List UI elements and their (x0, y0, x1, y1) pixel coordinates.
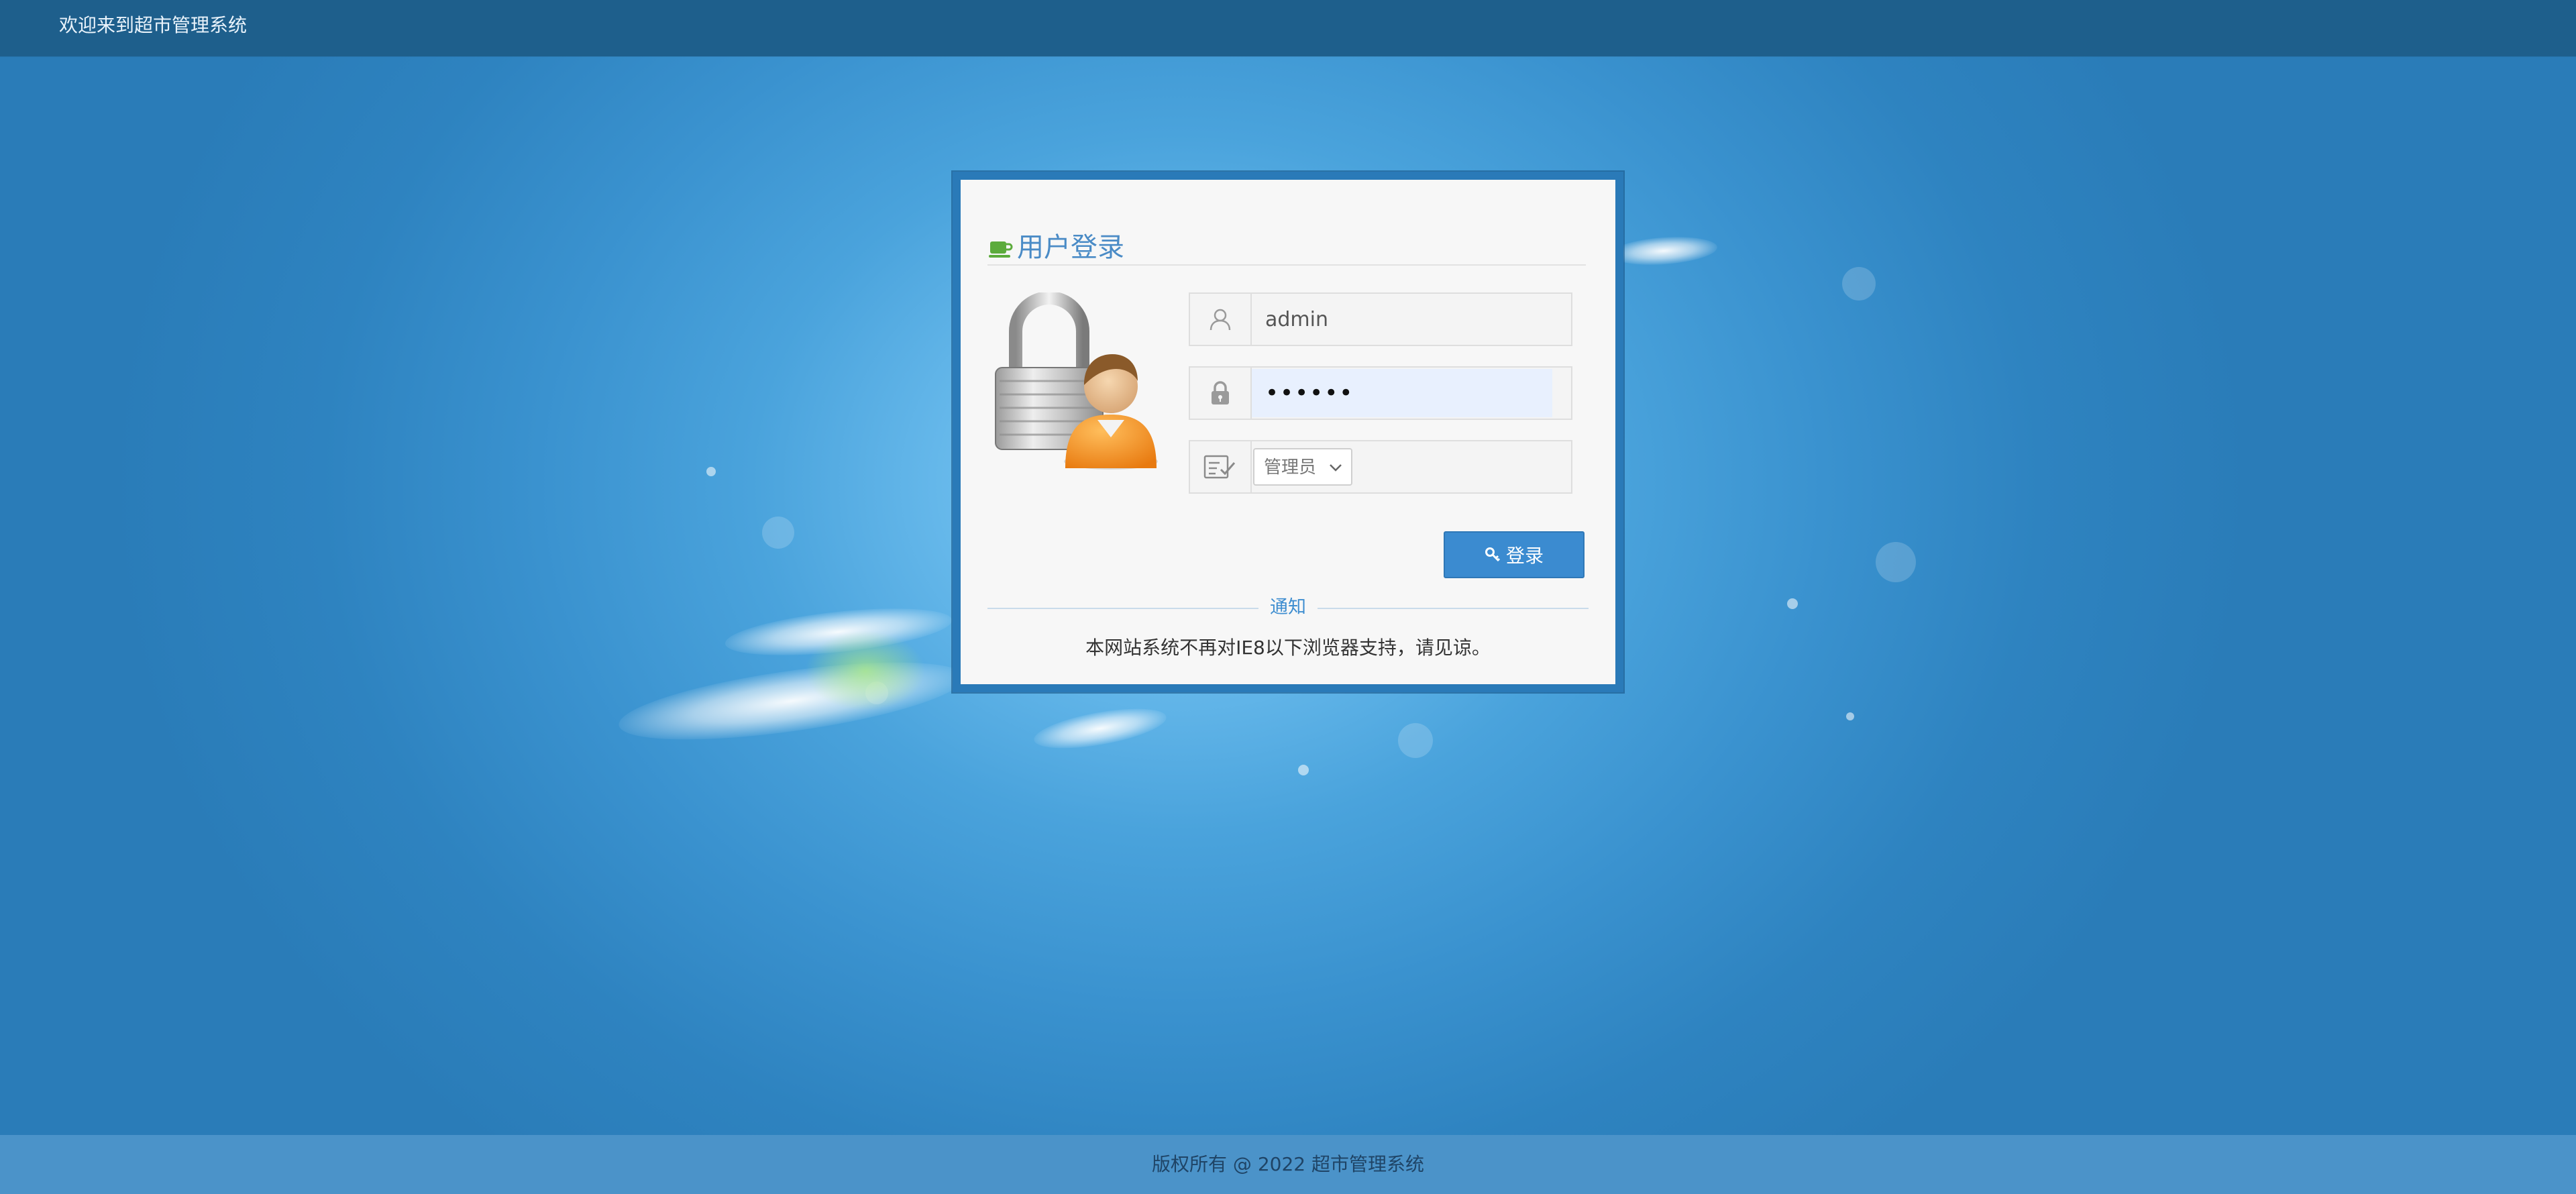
divider-line (987, 608, 1258, 609)
decorative-cloud (1031, 700, 1169, 757)
lock-icon (1190, 368, 1252, 419)
login-button-label: 登录 (1505, 545, 1544, 567)
divider-line (1318, 608, 1589, 609)
copyright-text: 版权所有 @ 2022 超市管理系统 (1152, 1153, 1424, 1175)
panel-header: 用户登录 (987, 228, 1586, 266)
role-select-value: 管理员 (1264, 457, 1317, 478)
decorative-dot (1787, 598, 1798, 609)
key-icon (1485, 547, 1501, 562)
top-bar: 欢迎来到超市管理系统 (0, 0, 2576, 56)
checklist-icon (1190, 441, 1252, 492)
decorative-dot (1846, 712, 1854, 720)
footer: 版权所有 @ 2022 超市管理系统 (0, 1135, 2576, 1194)
cup-icon (989, 241, 1013, 258)
login-button[interactable]: 登录 (1444, 531, 1585, 578)
decorative-bubble (865, 682, 888, 704)
notice-label: 通知 (1270, 597, 1306, 618)
decorative-cloud (1609, 233, 1719, 268)
username-field (1189, 292, 1572, 346)
notice-divider: 通知 (987, 594, 1589, 621)
decorative-bubble (1842, 267, 1876, 301)
username-input[interactable] (1252, 295, 1567, 343)
decorative-cloud (722, 600, 955, 664)
decorative-glow (805, 631, 926, 711)
decorative-bubble (1876, 542, 1916, 582)
role-select[interactable]: 管理员 (1253, 448, 1352, 486)
decorative-cloud (614, 647, 969, 755)
decorative-dot (706, 467, 716, 476)
welcome-text: 欢迎来到超市管理系统 (59, 14, 248, 36)
password-field (1189, 366, 1572, 420)
decorative-bubble (762, 517, 794, 549)
login-title: 用户登录 (1017, 232, 1124, 263)
decorative-dot (1298, 765, 1309, 775)
login-frame: 用户登录 admin •••••• 管理员 登录 通知 本网站系统不再对IE8以… (953, 172, 1623, 692)
notice-text: 本网站系统不再对IE8以下浏览器支持，请见谅。 (1085, 637, 1491, 659)
login-panel: 用户登录 admin •••••• 管理员 登录 通知 本网站系统不再对IE8以… (961, 180, 1615, 684)
decorative-bubble (1398, 723, 1433, 758)
chevron-down-icon (1330, 464, 1342, 472)
role-field: 管理员 (1189, 440, 1572, 494)
password-input[interactable] (1252, 369, 1552, 417)
user-icon (1190, 294, 1252, 345)
lock-user-graphic (995, 292, 1158, 470)
